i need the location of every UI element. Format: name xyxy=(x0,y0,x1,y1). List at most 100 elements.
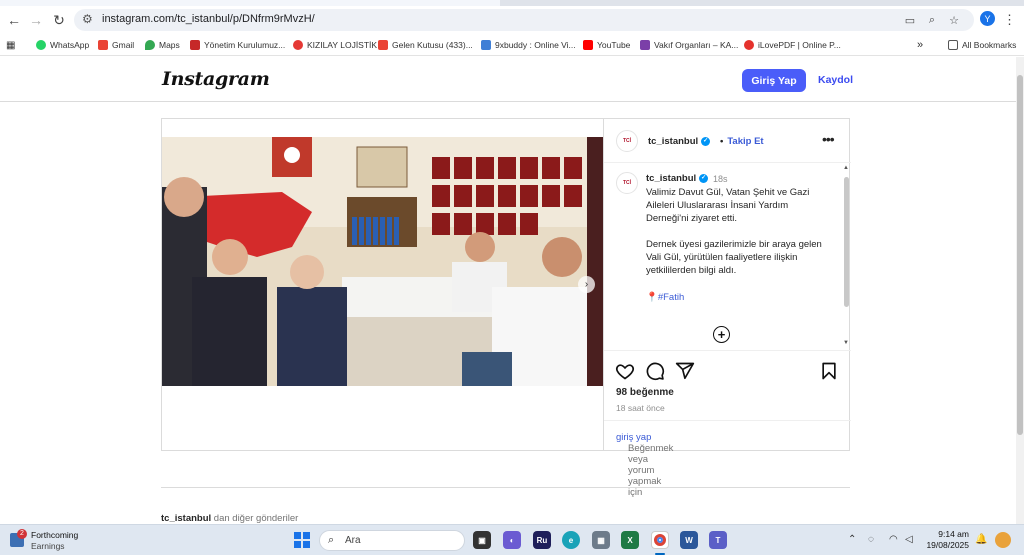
bookmarks-overflow-icon[interactable]: » xyxy=(917,38,923,52)
comment-icon[interactable] xyxy=(645,361,665,381)
task-view-icon[interactable]: ▣ xyxy=(473,531,491,549)
bookmark-gmail[interactable]: Gmail xyxy=(98,38,134,52)
caption-area: TCİ tc_istanbul ✓ 18s Valimiz Davut Gül, … xyxy=(604,164,843,350)
caption-scrollbar[interactable]: ▲ ▼ xyxy=(843,164,851,350)
like-heart-icon[interactable] xyxy=(615,361,635,381)
wifi-icon[interactable]: ◠ xyxy=(889,534,898,545)
bookmark-gelen-kutusu[interactable]: Gelen Kutusu (433)... xyxy=(378,38,473,52)
bookmark-label: YouTube xyxy=(597,40,631,50)
page-scrollbar[interactable] xyxy=(1016,57,1024,524)
section-divider xyxy=(161,487,850,488)
bookmark-maps[interactable]: Maps xyxy=(145,38,180,52)
bookmark-label: Maps xyxy=(159,40,180,50)
zoom-icon[interactable]: ⌕ xyxy=(924,12,940,28)
bookmark-label: WhatsApp xyxy=(50,40,90,50)
star-icon[interactable]: ☆ xyxy=(946,12,962,28)
hashtag-text[interactable]: #Fatih xyxy=(658,292,684,303)
tray-overflow-icon[interactable]: ⌃ xyxy=(848,534,856,545)
post-card: › TCİ tc_istanbul ✓ • Takip Et ••• TCİ tc_… xyxy=(161,118,851,498)
maps-icon xyxy=(145,40,155,50)
page-scroll-thumb[interactable] xyxy=(1017,75,1023,435)
scroll-down-icon[interactable]: ▼ xyxy=(843,340,849,346)
username-text[interactable]: tc_istanbul xyxy=(646,173,696,184)
verified-badge-icon: ✓ xyxy=(701,136,711,146)
author-avatar[interactable]: TCİ xyxy=(616,130,638,152)
more-options-icon[interactable]: ••• xyxy=(822,131,835,147)
bookmark-9xbuddy[interactable]: 9xbuddy : Online Vi... xyxy=(481,38,576,52)
post-time[interactable]: 18 saat önce xyxy=(616,403,665,413)
post-photo[interactable]: › xyxy=(162,137,603,386)
caption-author-avatar[interactable]: TCİ xyxy=(616,172,638,194)
volume-icon[interactable]: ◁ xyxy=(905,534,913,545)
tray-network-status-icon[interactable]: ◌ xyxy=(868,534,874,545)
taskbar-clock[interactable]: 9:14 am 19/08/2025 xyxy=(925,529,969,551)
chrome-icon[interactable] xyxy=(651,531,669,549)
bookmark-label: KIZILAY LOJİSTİK xyxy=(307,40,378,50)
apps-grid-icon[interactable]: ▦ xyxy=(6,38,15,52)
login-prompt: Beğenmek veya yorum yapmak için giriş ya… xyxy=(604,420,851,498)
bookmark-label: Yönetim Kurulumuz... xyxy=(204,40,286,50)
teams-icon[interactable]: T xyxy=(709,531,727,549)
caption-time[interactable]: 18s xyxy=(713,174,728,184)
notifications-bell-icon[interactable]: 🔔 xyxy=(975,534,987,545)
login-prompt-text: Beğenmek veya yorum yapmak için giriş ya… xyxy=(616,432,673,498)
widget-title: Forthcoming xyxy=(31,530,79,540)
scroll-up-icon[interactable]: ▲ xyxy=(843,165,849,171)
username-text[interactable]: tc_istanbul xyxy=(648,136,698,147)
signup-link[interactable]: Kaydol xyxy=(818,74,853,86)
clock-date: 19/08/2025 xyxy=(926,540,969,550)
follow-button[interactable]: • Takip Et xyxy=(720,136,764,147)
reload-icon[interactable]: ↻ xyxy=(49,10,69,30)
start-windows-icon[interactable] xyxy=(294,532,310,548)
back-icon[interactable]: ← xyxy=(4,10,24,30)
caption-paragraph-2: Dernek üyesi gazilerimizle bir araya gel… xyxy=(646,239,822,276)
caption-username[interactable]: tc_istanbul ✓ xyxy=(646,173,709,184)
search-placeholder: Ara xyxy=(345,535,361,546)
all-bookmarks[interactable]: All Bookmarks xyxy=(948,38,1016,52)
bookmark-yonetim[interactable]: Yönetim Kurulumuz... xyxy=(190,38,285,52)
bookmark-whatsapp[interactable]: WhatsApp xyxy=(36,38,89,52)
next-photo-icon[interactable]: › xyxy=(578,276,595,293)
bookmark-kizilay[interactable]: KIZILAY LOJİSTİK xyxy=(293,38,377,52)
login-button[interactable]: Giriş Yap xyxy=(742,69,806,92)
profile-avatar[interactable]: Y xyxy=(980,11,995,26)
author-username[interactable]: tc_istanbul ✓ xyxy=(648,136,711,147)
whatsapp-icon xyxy=(36,40,46,50)
login-prompt-link[interactable]: giriş yap xyxy=(616,432,651,443)
load-more-comments-icon[interactable]: + xyxy=(713,326,730,343)
post-photo-illustration xyxy=(162,137,603,386)
post-actions: 98 beğenme 18 saat önce Beğenmek veya yo… xyxy=(604,350,851,498)
copilot-desktop-icon[interactable] xyxy=(995,532,1011,548)
word-icon[interactable]: W xyxy=(680,531,698,549)
browser-menu-icon[interactable]: ⋮ xyxy=(1003,12,1016,28)
calculator-icon[interactable]: ▦ xyxy=(592,531,610,549)
url-text[interactable]: instagram.com/tc_istanbul/p/DNfrm9rMvzH/ xyxy=(102,13,315,25)
bookmark-ilovepdf[interactable]: iLovePDF | Online P... xyxy=(744,38,841,52)
instagram-logo[interactable]: Instagram xyxy=(162,68,270,90)
more-posts-user[interactable]: tc_istanbul xyxy=(161,513,211,524)
site-info-icon[interactable]: ⚙ xyxy=(82,12,93,26)
app-ru-icon[interactable]: Ru xyxy=(533,531,551,549)
bookmark-label: Vakıf Organları – KA... xyxy=(654,40,739,50)
taskbar-search[interactable]: ⌕ Ara xyxy=(319,530,465,551)
cast-icon[interactable]: ▭ xyxy=(902,12,918,28)
all-bookmarks-label: All Bookmarks xyxy=(962,40,1017,50)
like-count[interactable]: 98 beğenme xyxy=(616,387,674,398)
forward-icon[interactable]: → xyxy=(26,10,46,30)
bookmark-vakif[interactable]: Vakıf Organları – KA... xyxy=(640,38,738,52)
excel-icon[interactable]: X xyxy=(621,531,639,549)
edge-icon[interactable]: e xyxy=(562,531,580,549)
verified-badge-icon: ✓ xyxy=(699,173,709,183)
copilot-icon[interactable]: ◐ xyxy=(503,531,521,549)
bookmark-youtube[interactable]: YouTube xyxy=(583,38,630,52)
caption-text: Valimiz Davut Gül, Vatan Şehit ve Gazi A… xyxy=(646,186,831,290)
share-icon[interactable] xyxy=(675,361,695,381)
caption-scroll-thumb[interactable] xyxy=(844,177,849,307)
browser-toolbar: ← → ↻ ⚙ instagram.com/tc_istanbul/p/DNfr… xyxy=(0,6,1024,34)
save-bookmark-icon[interactable] xyxy=(819,361,839,381)
location-hashtag[interactable]: 📍#Fatih xyxy=(646,292,684,303)
follow-label[interactable]: Takip Et xyxy=(727,136,763,147)
address-bar[interactable]: ⚙ instagram.com/tc_istanbul/p/DNfrm9rMvz… xyxy=(74,9,974,31)
more-posts-text: dan diğer gönderiler xyxy=(211,513,299,524)
crescent-icon xyxy=(293,40,303,50)
